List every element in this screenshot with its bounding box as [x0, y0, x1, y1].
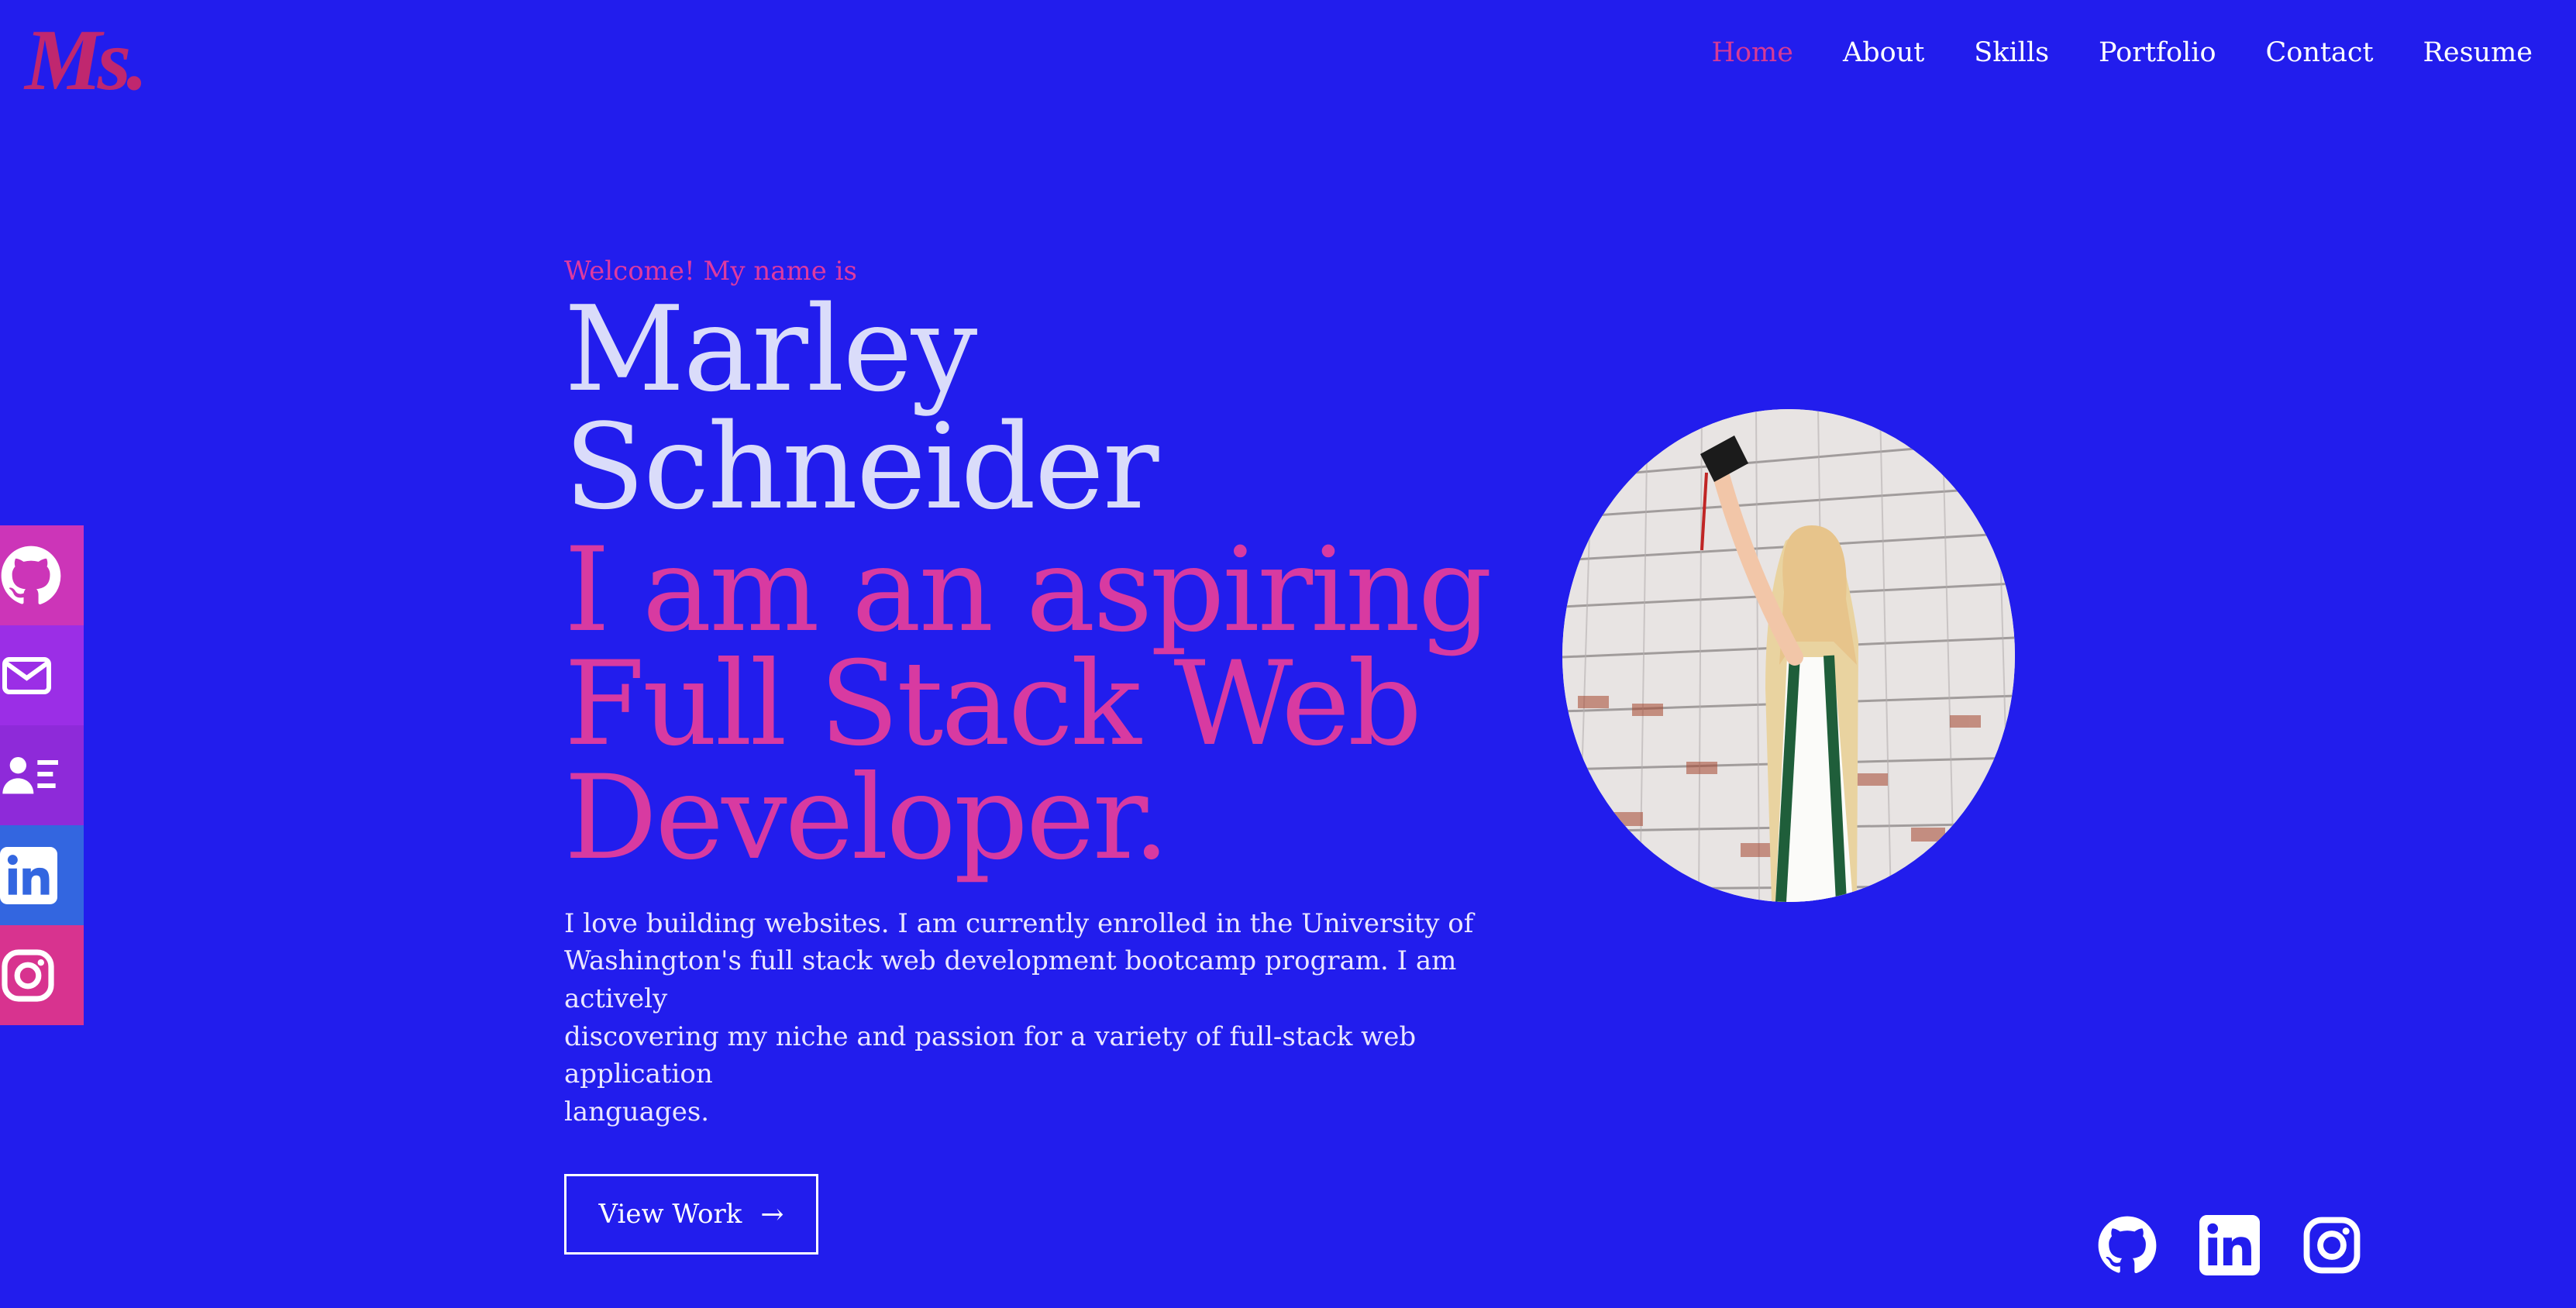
linkedin-icon[interactable] — [2199, 1215, 2260, 1275]
sidebar-resume-link[interactable] — [0, 725, 84, 825]
social-sidebar — [0, 525, 84, 1025]
hero-tagline: I am an aspiring Full Stack Web Develope… — [564, 522, 1556, 886]
intro-line: Washington's full stack web development … — [564, 945, 1457, 1015]
sidebar-email-link[interactable] — [0, 625, 84, 725]
nav-about[interactable]: About — [1843, 37, 1924, 68]
sidebar-instagram-link[interactable] — [0, 925, 84, 1025]
nav-resume[interactable]: Resume — [2423, 37, 2533, 68]
page: Ms. Home About Skills Portfolio Contact … — [0, 0, 2576, 1308]
sidebar-github-link[interactable] — [0, 525, 84, 625]
intro-line: I love building websites. I am currently… — [564, 907, 1474, 939]
arrow-right-icon: → — [760, 1198, 784, 1231]
nav-contact[interactable]: Contact — [2266, 37, 2374, 68]
sidebar-linkedin-link[interactable] — [0, 825, 84, 925]
view-work-label: View Work — [598, 1199, 742, 1231]
linkedin-icon — [0, 846, 57, 904]
instagram-icon[interactable] — [2302, 1215, 2362, 1275]
profile-photo-image — [1562, 409, 2015, 902]
footer-social-links — [2097, 1215, 2362, 1275]
profile-photo — [1562, 409, 2015, 902]
nav-home[interactable]: Home — [1711, 37, 1793, 68]
tagline-line: Developer. — [564, 750, 1170, 886]
intro-line: languages. — [564, 1096, 710, 1127]
nav-skills[interactable]: Skills — [1974, 37, 2049, 68]
tagline-line: Full Stack Web — [564, 636, 1422, 772]
github-icon — [1, 546, 61, 604]
hero-name: Marley Schneider — [564, 280, 1159, 535]
intro-line: discovering my niche and passion for a v… — [564, 1021, 1417, 1090]
hero-section: Welcome! My name is Marley Schneider I a… — [564, 256, 1556, 1255]
view-work-button[interactable]: View Work → — [564, 1174, 818, 1255]
github-icon[interactable] — [2097, 1215, 2158, 1275]
logo[interactable]: Ms. — [25, 17, 148, 104]
tagline-line: I am an aspiring — [564, 522, 1493, 658]
nav-portfolio[interactable]: Portfolio — [2099, 37, 2216, 68]
intro-paragraph: I love building websites. I am currently… — [564, 905, 1541, 1131]
main-nav: Home About Skills Portfolio Contact Resu… — [1711, 37, 2533, 68]
instagram-icon — [2, 948, 54, 1002]
contact-card-icon — [2, 756, 58, 793]
mail-icon — [2, 656, 51, 694]
